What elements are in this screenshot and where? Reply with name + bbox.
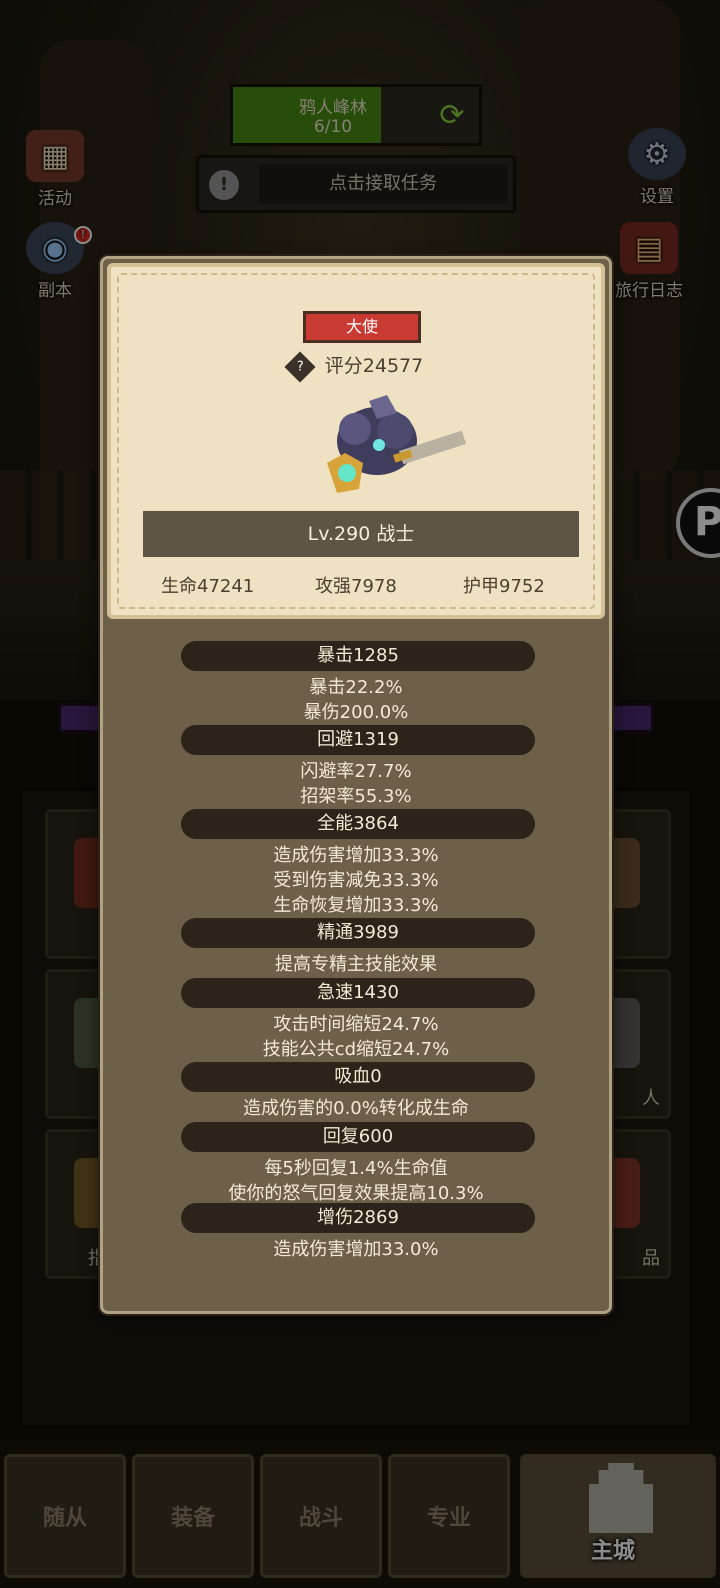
stat-group-header: 精通3989 xyxy=(181,918,535,948)
armor-stat: 护甲9752 xyxy=(463,576,545,597)
stat-group-header: 增伤2869 xyxy=(181,1203,535,1233)
stat-line: 攻击时间缩短24.7% xyxy=(273,1014,439,1035)
hp-stat: 生命47241 xyxy=(161,576,255,597)
stat-group-header: 回复600 xyxy=(181,1122,535,1152)
stat-line: 造成伤害增加33.0% xyxy=(273,1239,439,1260)
attack-stat: 攻强7978 xyxy=(315,576,397,597)
stat-line: 受到伤害减免33.3% xyxy=(273,870,439,891)
stat-line: 闪避率27.7% xyxy=(300,761,412,782)
character-stats-modal: 大使 ? 评分24577 Lv.290 战士 生命47241 攻强7978 护甲9… xyxy=(100,256,612,1314)
help-icon[interactable]: ? xyxy=(284,350,316,383)
stat-line: 生命恢复增加33.3% xyxy=(273,895,439,916)
stat-line: 暴伤200.0% xyxy=(303,702,409,723)
title-badge: 大使 xyxy=(303,311,421,343)
stat-line: 造成伤害的0.0%转化成生命 xyxy=(243,1098,469,1119)
stat-line: 造成伤害增加33.3% xyxy=(273,845,439,866)
stat-line: 使你的怒气回复效果提高10.3% xyxy=(228,1183,484,1204)
stat-line: 招架率55.3% xyxy=(300,786,412,807)
warrior-avatar xyxy=(327,395,467,493)
score-row: ? 评分24577 xyxy=(111,350,601,383)
stat-line: 暴击22.2% xyxy=(309,677,403,698)
stat-line: 每5秒回复1.4%生命值 xyxy=(264,1158,448,1179)
stat-line: 提高专精主技能效果 xyxy=(275,954,437,975)
stat-group-header: 暴击1285 xyxy=(181,641,535,671)
stat-line: 技能公共cd缩短24.7% xyxy=(262,1039,450,1060)
character-card: 大使 ? 评分24577 Lv.290 战士 生命47241 攻强7978 护甲9… xyxy=(107,263,605,619)
stat-group-header: 急速1430 xyxy=(181,978,535,1008)
level-class-bar: Lv.290 战士 xyxy=(143,511,579,557)
score-text: 评分24577 xyxy=(324,355,424,377)
stat-group-header: 全能3864 xyxy=(181,809,535,839)
stat-group-header: 回避1319 xyxy=(181,725,535,755)
stat-group-header: 吸血0 xyxy=(181,1062,535,1092)
